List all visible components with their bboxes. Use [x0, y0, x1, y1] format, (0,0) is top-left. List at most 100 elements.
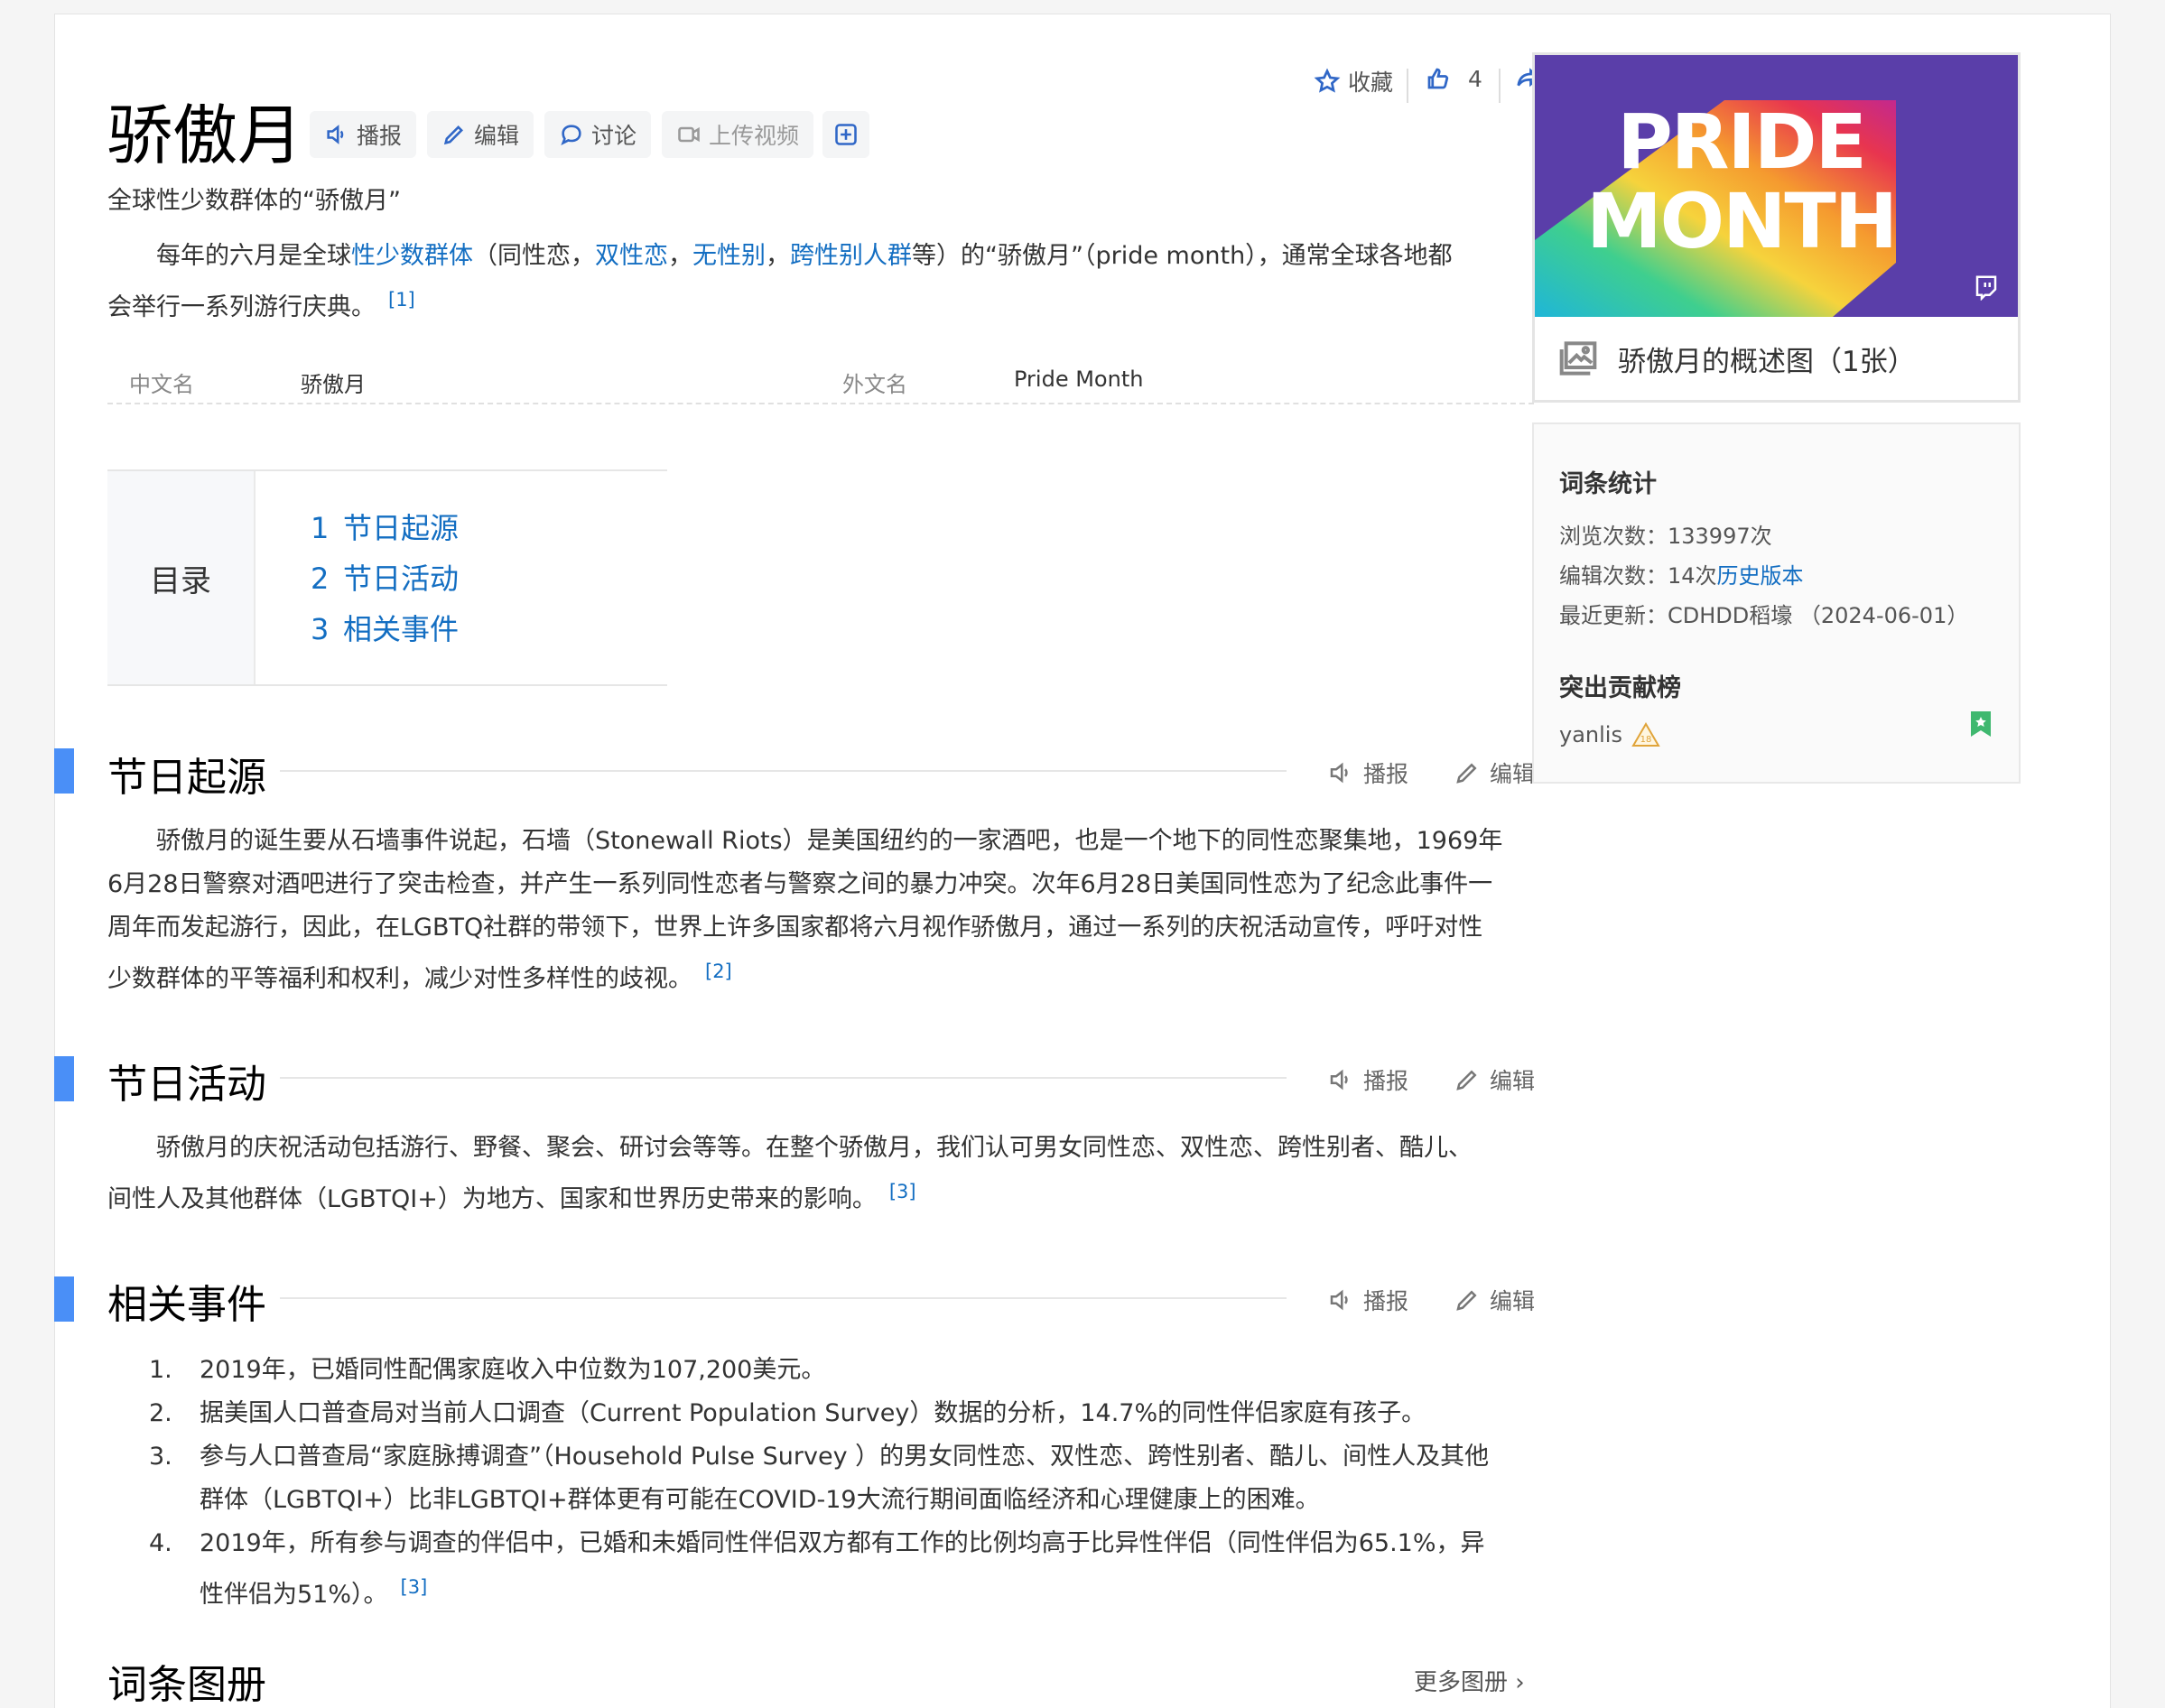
section-title-activities: 节日活动 [107, 1062, 266, 1108]
image-caption-label: 骄傲月的概述图（1张） [1618, 345, 1916, 378]
chevron-right-icon: › [1508, 1669, 1525, 1696]
chat-bubble-icon [561, 125, 581, 145]
pencil-icon [1456, 763, 1477, 784]
reference-link[interactable]: [3] [401, 1576, 428, 1598]
stats-value: CDHDD稻壕 （2024-06-01） [1668, 603, 1969, 628]
stats-value: 14次 [1668, 563, 1717, 589]
section-broadcast-button[interactable]: 播报 [1327, 1284, 1408, 1316]
like-button[interactable]: 4 [1425, 65, 1482, 92]
section-text: 间性人及其他群体（LGBTQI+）为地方、国家和世界历史带来的影响。 [107, 1185, 877, 1213]
more-albums-label: 更多图册 [1414, 1669, 1509, 1696]
section-text: 少数群体的平等福利和权利，减少对性多样性的歧视。 [107, 965, 692, 993]
badge-text: 18 [1640, 735, 1652, 745]
banner-line: MONTH [1586, 177, 1898, 265]
summary-text: ， [766, 242, 790, 270]
pencil-icon [1456, 1070, 1477, 1091]
list-text: 据美国人口普查局对当前人口调查（Current Population Surve… [200, 1399, 1426, 1427]
discuss-button[interactable]: 讨论 [544, 111, 652, 158]
section-edit-button[interactable]: 编辑 [1454, 1284, 1535, 1316]
upload-video-button[interactable]: 上传视频 [662, 111, 814, 158]
history-versions-link[interactable]: 历史版本 [1717, 563, 1804, 589]
toc-item-activities[interactable]: 2 节日活动 [311, 556, 459, 598]
upload-video-label: 上传视频 [709, 123, 800, 149]
banner-text: PRIDE MONTH [1586, 102, 1898, 265]
entry-statistics-panel: 词条统计 浏览次数：133997次 编辑次数：14次历史版本 最近更新：CDHD… [1532, 422, 2021, 784]
toc-num: 3 [311, 612, 330, 646]
section-title-origin: 节日起源 [107, 755, 266, 801]
list-number: 3. [149, 1443, 172, 1471]
divider [1407, 69, 1408, 103]
section-edit-button[interactable]: 编辑 [1454, 757, 1535, 789]
summary-text: ， [668, 242, 692, 270]
section-broadcast-label: 播报 [1363, 1068, 1409, 1094]
pride-month-banner[interactable]: PRIDE MONTH [1535, 55, 2018, 317]
section-text-line: 周年而发起游行，因此，在LGBTQ社群的带领下，世界上许多国家都将六月视作骄傲月… [107, 914, 1483, 942]
section-text-line: 骄傲月的庆祝活动包括游行、野餐、聚会、研讨会等等。在整个骄傲月，我们认可男女同性… [156, 1134, 1473, 1162]
reference-link[interactable]: [3] [889, 1181, 916, 1202]
list-number: 1. [149, 1356, 172, 1384]
section-title-events: 相关事件 [107, 1282, 266, 1328]
basic-info-row: 中文名 骄傲月 外文名 Pride Month [107, 354, 1534, 404]
link-transgender[interactable]: 跨性别人群 [790, 242, 912, 270]
toc-heading: 目录 [107, 471, 256, 684]
contributor-name[interactable]: yanlis [1559, 722, 1622, 747]
divider [1499, 69, 1501, 103]
section-divider [280, 1077, 1287, 1079]
favorite-button[interactable]: 收藏 [1314, 65, 1393, 97]
toc-label: 节日活动 [343, 562, 460, 596]
reference-link[interactable]: [2] [705, 961, 732, 982]
more-albums-link[interactable]: 更多图册 › [1414, 1664, 1525, 1697]
edit-button[interactable]: 编辑 [427, 111, 534, 158]
section-marker [54, 748, 74, 794]
like-count: 4 [1468, 65, 1482, 92]
thumbs-up-icon [1427, 68, 1449, 89]
bookmark-icon[interactable] [1969, 710, 1993, 738]
summary-text: 会举行一系列游行庆典。 [107, 293, 376, 321]
broadcast-button[interactable]: 播报 [310, 111, 417, 158]
link-agender[interactable]: 无性别 [692, 242, 766, 270]
link-bisexual[interactable]: 双性恋 [595, 242, 668, 270]
discuss-label: 讨论 [591, 123, 637, 149]
add-more-button[interactable] [822, 111, 869, 158]
section-broadcast-label: 播报 [1363, 1288, 1409, 1314]
list-text: 参与人口普查局“家庭脉搏调查”（Household Pulse Survey ）… [200, 1443, 1490, 1471]
toc-item-origin[interactable]: 1 节日起源 [311, 506, 459, 547]
summary-image-card[interactable]: PRIDE MONTH 骄傲月的概述图（1张） [1532, 52, 2021, 403]
image-caption[interactable]: 骄傲月的概述图（1张） [1535, 317, 2018, 400]
twitch-icon [1975, 275, 1997, 301]
section-text-line: 少数群体的平等福利和权利，减少对性多样性的歧视。 [2] [107, 950, 732, 1001]
info-label-chinese-name: 中文名 [129, 372, 194, 397]
section-edit-label: 编辑 [1490, 761, 1536, 787]
section-text-line: 间性人及其他群体（LGBTQI+）为地方、国家和世界历史带来的影响。 [3] [107, 1170, 916, 1221]
summary-text: 每年的六月是全球 [156, 242, 351, 270]
section-broadcast-button[interactable]: 播报 [1327, 757, 1408, 789]
list-text: 2019年，已婚同性配偶家庭收入中位数为107,200美元。 [200, 1356, 826, 1384]
stats-label: 浏览次数： [1559, 524, 1668, 549]
gallery-icon [1559, 341, 1597, 376]
contributor-row[interactable]: yanlis 18 [1559, 722, 1660, 747]
section-broadcast-button[interactable]: 播报 [1327, 1063, 1408, 1096]
link-sexual-minorities[interactable]: 性少数群体 [351, 242, 473, 270]
list-text: 性伴侣为51%）。 [3] [200, 1565, 1536, 1617]
table-of-contents: 目录 1 节日起源 2 节日活动 3 相关事件 [107, 469, 667, 686]
toc-num: 2 [311, 562, 330, 596]
list-text: 2019年，所有参与调查的伴侣中，已婚和未婚同性伴侣双方都有工作的比例均高于比异… [200, 1529, 1485, 1557]
list-number: 4. [149, 1529, 172, 1557]
section-text-line: 6月28日警察对酒吧进行了突击检查，并产生一系列同性恋者与警察之间的暴力冲突。次… [107, 870, 1493, 898]
broadcast-label: 播报 [357, 123, 403, 149]
section-divider [280, 770, 1287, 772]
speaker-icon [1330, 762, 1348, 784]
toc-num: 1 [311, 511, 330, 545]
info-value-foreign-name: Pride Month [1014, 367, 1144, 392]
page-title: 骄傲月 [107, 97, 303, 173]
summary-text: （同性恋， [473, 242, 595, 270]
plus-square-icon [835, 124, 857, 145]
section-edit-label: 编辑 [1490, 1288, 1536, 1314]
pencil-icon [1456, 1290, 1477, 1311]
video-camera-icon [678, 126, 700, 143]
reference-link[interactable]: [1] [388, 289, 415, 311]
entry-subtitle: 全球性少数群体的“骄傲月” [107, 187, 401, 215]
favorite-label: 收藏 [1348, 70, 1394, 96]
section-edit-button[interactable]: 编辑 [1454, 1063, 1535, 1096]
toc-item-events[interactable]: 3 相关事件 [311, 607, 459, 648]
